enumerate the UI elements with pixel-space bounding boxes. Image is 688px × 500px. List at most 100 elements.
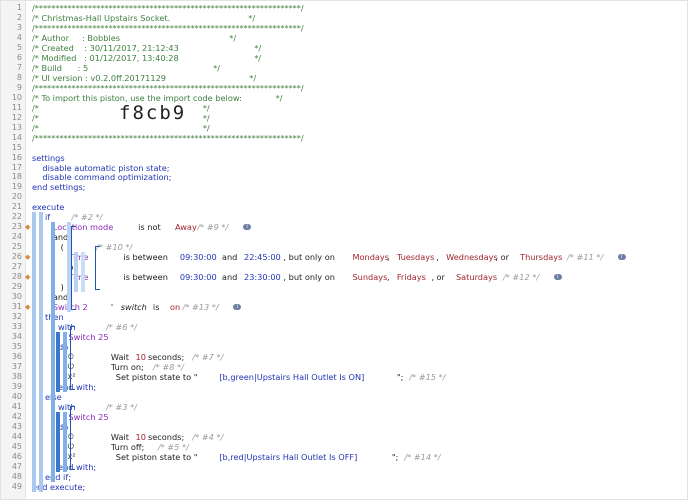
block-indent-bar bbox=[56, 411, 60, 472]
code-line[interactable]: ⏻ Turn on; /* #8 */ bbox=[1, 362, 687, 372]
code-line[interactable]: execute bbox=[1, 202, 687, 212]
code-line[interactable] bbox=[1, 143, 687, 153]
block-bracket bbox=[71, 226, 76, 311]
code-line[interactable]: x² Set piston state to " [b,red|Upstairs … bbox=[1, 452, 687, 462]
code-line[interactable]: ⏻ Turn off; /* #5 */ bbox=[1, 442, 687, 452]
code-token: /* #7 */ bbox=[189, 351, 224, 362]
code-line[interactable]: /* Modified : 01/12/2017, 13:40:28 */ bbox=[1, 53, 687, 63]
code-line[interactable]: Switch 25 bbox=[1, 412, 687, 422]
code-line[interactable]: /***************************************… bbox=[1, 83, 687, 93]
code-line[interactable]: /* */ bbox=[1, 123, 687, 133]
code-line[interactable] bbox=[1, 192, 687, 202]
code-line[interactable]: ( /* #10 */ bbox=[1, 242, 687, 252]
code-line[interactable]: /* Build : 5 */ bbox=[1, 63, 687, 73]
code-line[interactable]: settings bbox=[1, 153, 687, 163]
code-line[interactable]: end execute; bbox=[1, 482, 687, 492]
code-token: disable automatic piston state; bbox=[32, 162, 170, 173]
code-line[interactable]: /* Created : 30/11/2017, 21:12:43 */ bbox=[1, 43, 687, 53]
code-token: /* Author : Bobbles */ bbox=[32, 32, 237, 43]
code-line[interactable]: ⏲ Wait 10 seconds; /* #7 */ bbox=[1, 352, 687, 362]
code-line[interactable]: /***************************************… bbox=[1, 23, 687, 33]
code-line[interactable]: Location mode is not Away /* #9 */i bbox=[1, 222, 687, 232]
code-line[interactable]: x² Set piston state to " [b,green|Upstair… bbox=[1, 372, 687, 382]
code-token: then bbox=[32, 312, 64, 323]
code-line[interactable]: do bbox=[1, 342, 687, 352]
code-line[interactable]: with /* #3 */ bbox=[1, 402, 687, 412]
code-token: is between bbox=[120, 272, 171, 283]
code-token: Saturdays bbox=[455, 272, 498, 283]
code-token: /* Created : 30/11/2017, 21:12:43 */ bbox=[32, 42, 262, 53]
code-line[interactable]: ⏲ Wait 10 seconds; /* #4 */ bbox=[1, 432, 687, 442]
code-token: 09:30:00 bbox=[179, 272, 217, 283]
code-line[interactable]: and bbox=[1, 292, 687, 302]
code-line[interactable]: then bbox=[1, 312, 687, 322]
code-token: , but only on bbox=[283, 252, 338, 263]
block-indent-bar bbox=[56, 332, 60, 392]
code-line[interactable]: disable automatic piston state; bbox=[1, 163, 687, 173]
block-indent-bar bbox=[32, 212, 36, 492]
code-line[interactable]: Time is between 09:30:00 and 22:45:00, b… bbox=[1, 252, 687, 262]
code-token: /***************************************… bbox=[32, 22, 304, 33]
code-line[interactable]: if /* #2 */ bbox=[1, 212, 687, 222]
code-token: 10 bbox=[135, 351, 146, 362]
code-line[interactable]: Switch 25 bbox=[1, 332, 687, 342]
info-icon[interactable]: i bbox=[617, 254, 626, 261]
code-line[interactable]: and bbox=[1, 232, 687, 242]
code-line[interactable]: end with; bbox=[1, 382, 687, 392]
code-line[interactable]: Time is between 09:30:00 and 23:30:00, b… bbox=[1, 272, 687, 282]
info-icon[interactable]: i bbox=[553, 274, 562, 281]
code-token: Thursdays bbox=[520, 252, 563, 263]
code-line[interactable]: else bbox=[1, 392, 687, 402]
code-token: /* #3 */ bbox=[105, 401, 137, 412]
code-token: /* #4 */ bbox=[189, 431, 224, 442]
code-line[interactable]: with /* #6 */ bbox=[1, 322, 687, 332]
code-token: Set piston state to " bbox=[115, 371, 198, 382]
code-token: "; bbox=[391, 451, 399, 462]
info-icon[interactable]: i bbox=[243, 224, 252, 231]
code-token: , or bbox=[431, 272, 448, 283]
code-line[interactable]: /* */ bbox=[1, 113, 687, 123]
code-token: disable command optimization; bbox=[32, 172, 172, 183]
block-indent-bar bbox=[63, 411, 67, 472]
code-token: "; bbox=[396, 371, 404, 382]
code-token: , or bbox=[495, 252, 512, 263]
code-token: Turn on; bbox=[110, 361, 144, 372]
code-token: /* #12 */ bbox=[500, 272, 540, 283]
code-line[interactable]: /***************************************… bbox=[1, 3, 687, 13]
code-token: seconds; bbox=[145, 431, 185, 442]
code-token: switch bbox=[120, 302, 147, 313]
code-token: /* Christmas-Hall Upstairs Socket. */ bbox=[32, 12, 256, 23]
code-line[interactable]: /* */ bbox=[1, 103, 687, 113]
code-token: /* UI version : v0.2.0ff.20171129 */ bbox=[32, 72, 257, 83]
code-line[interactable]: do bbox=[1, 422, 687, 432]
code-token: Tuesdays bbox=[396, 252, 435, 263]
code-line[interactable]: disable command optimization; bbox=[1, 172, 687, 182]
code-token: , bbox=[436, 252, 442, 263]
code-line[interactable]: ) bbox=[1, 282, 687, 292]
code-line[interactable]: /* Christmas-Hall Upstairs Socket. */ bbox=[1, 13, 687, 23]
code-line[interactable]: /* To import this piston, use the import… bbox=[1, 93, 687, 103]
code-token: on bbox=[170, 302, 181, 313]
code-line[interactable]: /***************************************… bbox=[1, 133, 687, 143]
code-line[interactable]: Switch 2 ' switch is on /* #13 */i bbox=[1, 302, 687, 312]
code-token: Mondays bbox=[352, 252, 390, 263]
code-token: /* #8 */ bbox=[150, 361, 184, 372]
code-token: Wednesdays bbox=[446, 252, 498, 263]
code-line[interactable]: end if; bbox=[1, 472, 687, 482]
code-token: else bbox=[32, 391, 62, 402]
code-line[interactable]: or bbox=[1, 262, 687, 272]
import-code[interactable]: f8cb9 bbox=[119, 102, 186, 124]
code-token: Fridays bbox=[396, 272, 426, 283]
code-token: is between bbox=[120, 252, 171, 263]
code-line[interactable]: end settings; bbox=[1, 182, 687, 192]
piston-code-viewer: 1 2 3 4 5 6 7 8 9 10 11 12 13 14 15 16 17 18 19 20 21 22 23 24 2… bbox=[0, 0, 688, 500]
code-line[interactable]: /* Author : Bobbles */ bbox=[1, 33, 687, 43]
code-line[interactable]: end with; bbox=[1, 462, 687, 472]
code-token: Wait bbox=[110, 351, 132, 362]
code-token: , bbox=[386, 272, 393, 283]
code-token: 09:30:00 bbox=[179, 252, 217, 263]
code-token: execute bbox=[32, 202, 65, 213]
code-line[interactable]: /* UI version : v0.2.0ff.20171129 */ bbox=[1, 73, 687, 83]
info-icon[interactable]: i bbox=[233, 304, 242, 311]
code-token: /***************************************… bbox=[32, 3, 304, 13]
